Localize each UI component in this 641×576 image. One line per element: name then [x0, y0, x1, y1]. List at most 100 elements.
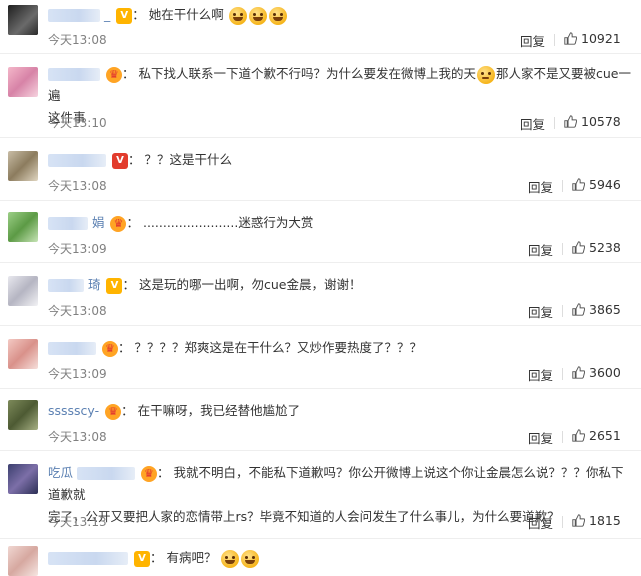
- comment-text: 在干嘛呀，我已经替他尴尬了: [137, 403, 301, 418]
- avatar[interactable]: [8, 464, 38, 494]
- comment-time: 今天13:09: [48, 367, 107, 381]
- like-count: 10578: [581, 114, 621, 129]
- comment-time: 今天13:09: [48, 242, 107, 256]
- comment-text: 这是玩的哪一出啊，勿cue金晨，谢谢！: [138, 277, 362, 292]
- divider: [562, 180, 563, 192]
- username[interactable]: [48, 552, 128, 565]
- comment-item: 琦 V： 这是玩的哪一出啊，勿cue金晨，谢谢！ 今天13:08 回复 3865: [0, 262, 641, 326]
- avatar[interactable]: [8, 546, 38, 576]
- thumbs-up-icon: [564, 32, 577, 45]
- like-count: 5238: [589, 240, 621, 255]
- comment-text: ........................迷惑行为大赏: [142, 215, 314, 230]
- thumbs-up-icon: [572, 429, 585, 442]
- comment-item: V： 有病吧？: [0, 538, 641, 576]
- verified-v-icon: V: [106, 277, 123, 294]
- username[interactable]: [48, 68, 100, 81]
- username-prefix[interactable]: 吃瓜: [48, 465, 73, 480]
- divider: [554, 34, 555, 46]
- reply-button[interactable]: 回复: [528, 240, 553, 259]
- divider: [554, 117, 555, 129]
- laugh-cry-emoji-icon: [248, 6, 267, 25]
- crown-badge-icon: ♛: [105, 403, 122, 420]
- like-button[interactable]: 5946: [572, 177, 621, 192]
- comment-time: 今天13:10: [48, 116, 107, 130]
- comment-text: ？？这是干什么: [144, 152, 232, 167]
- reply-button[interactable]: 回复: [528, 428, 553, 447]
- verified-v-icon: V: [133, 550, 150, 567]
- username[interactable]: ssssscy-: [48, 403, 99, 418]
- comment-item: ssssscy- ♛： 在干嘛呀，我已经替他尴尬了 今天13:08 回复 265…: [0, 388, 641, 451]
- username-suffix[interactable]: _: [104, 7, 110, 22]
- comment-text: 有病吧？: [166, 550, 217, 565]
- like-button[interactable]: 10921: [564, 31, 621, 46]
- thumbs-up-icon: [572, 241, 585, 254]
- like-count: 5946: [589, 177, 621, 192]
- like-button[interactable]: 1815: [572, 513, 621, 528]
- thumbs-up-icon: [564, 115, 577, 128]
- comment-item: 娟 ♛： ........................迷惑行为大赏 今天13…: [0, 200, 641, 263]
- comment-item: ♛： 私下找人联系一下道个歉不行吗？为什么要发在微博上我的天 那人家不是又要被cu…: [0, 53, 641, 138]
- divider: [562, 368, 563, 380]
- verified-v-icon: V: [116, 7, 133, 24]
- comment-item: 吃瓜 ♛： 我就不明白，不能私下道歉吗？你公开微博上说这个你让金晨怎么说？？？你…: [0, 450, 641, 539]
- comment-time: 今天13:08: [48, 179, 107, 193]
- divider: [562, 305, 563, 317]
- thinking-emoji-icon: [477, 65, 495, 84]
- username-suffix[interactable]: 娟: [92, 215, 105, 230]
- comment-time: 今天13:08: [48, 304, 107, 318]
- like-count: 3865: [589, 302, 621, 317]
- username[interactable]: [48, 217, 88, 230]
- crown-badge-icon: ♛: [105, 66, 122, 83]
- username[interactable]: [48, 342, 96, 355]
- reply-button[interactable]: 回复: [528, 302, 553, 321]
- like-button[interactable]: 5238: [572, 240, 621, 255]
- divider: [562, 431, 563, 443]
- comment-text: 她在干什么啊: [148, 7, 224, 22]
- like-button[interactable]: 2651: [572, 428, 621, 443]
- comment-item: _ V： 她在干什么啊 今天13:08 回复 10921: [0, 0, 641, 54]
- like-count: 2651: [589, 428, 621, 443]
- like-button[interactable]: 3865: [572, 302, 621, 317]
- avatar[interactable]: [8, 339, 38, 369]
- avatar[interactable]: [8, 151, 38, 181]
- reply-button[interactable]: 回复: [520, 31, 545, 50]
- comment-item: V： ？？这是干什么 今天13:08 回复 5946: [0, 137, 641, 201]
- username-suffix[interactable]: 琦: [88, 277, 101, 292]
- like-count: 1815: [589, 513, 621, 528]
- like-button[interactable]: 10578: [564, 114, 621, 129]
- grin-emoji-icon: [241, 549, 260, 568]
- reply-button[interactable]: 回复: [528, 177, 553, 196]
- reply-button[interactable]: 回复: [528, 513, 553, 532]
- like-button[interactable]: 3600: [572, 365, 621, 380]
- reply-button[interactable]: 回复: [520, 114, 545, 133]
- avatar[interactable]: [8, 212, 38, 242]
- comment-item: ♛： ？？？？郑爽这是在干什么？又炒作要热度了？？？ 今天13:09 回复 36…: [0, 325, 641, 389]
- crown-badge-icon: ♛: [140, 465, 157, 482]
- avatar[interactable]: [8, 400, 38, 430]
- like-count: 10921: [581, 31, 621, 46]
- comment-text: ？？？？郑爽这是在干什么？又炒作要热度了？？？: [134, 340, 422, 355]
- avatar[interactable]: [8, 276, 38, 306]
- crown-badge-icon: ♛: [110, 215, 127, 232]
- username[interactable]: [77, 467, 135, 480]
- comment-time: 今天13:08: [48, 33, 107, 47]
- comment-text: 私下找人联系一下道个歉不行吗？为什么要发在微博上我的天: [138, 66, 476, 81]
- avatar[interactable]: [8, 5, 38, 35]
- crown-badge-icon: ♛: [101, 340, 118, 357]
- username[interactable]: [48, 9, 100, 22]
- comment-time: 今天13:08: [48, 430, 107, 444]
- laugh-cry-emoji-icon: [268, 6, 287, 25]
- avatar[interactable]: [8, 67, 38, 97]
- thumbs-up-icon: [572, 366, 585, 379]
- thumbs-up-icon: [572, 303, 585, 316]
- comment-time: 今天13:13: [48, 515, 107, 529]
- divider: [562, 243, 563, 255]
- username[interactable]: [48, 279, 84, 292]
- laugh-cry-emoji-icon: [228, 6, 247, 25]
- username[interactable]: [48, 154, 106, 167]
- reply-button[interactable]: 回复: [528, 365, 553, 384]
- thumbs-up-icon: [572, 514, 585, 527]
- divider: [562, 516, 563, 528]
- thumbs-up-icon: [572, 178, 585, 191]
- comment-text: 我就不明白，不能私下道歉吗？你公开微博上说这个你让金晨怎么说？？？你私下道歉就: [48, 465, 624, 502]
